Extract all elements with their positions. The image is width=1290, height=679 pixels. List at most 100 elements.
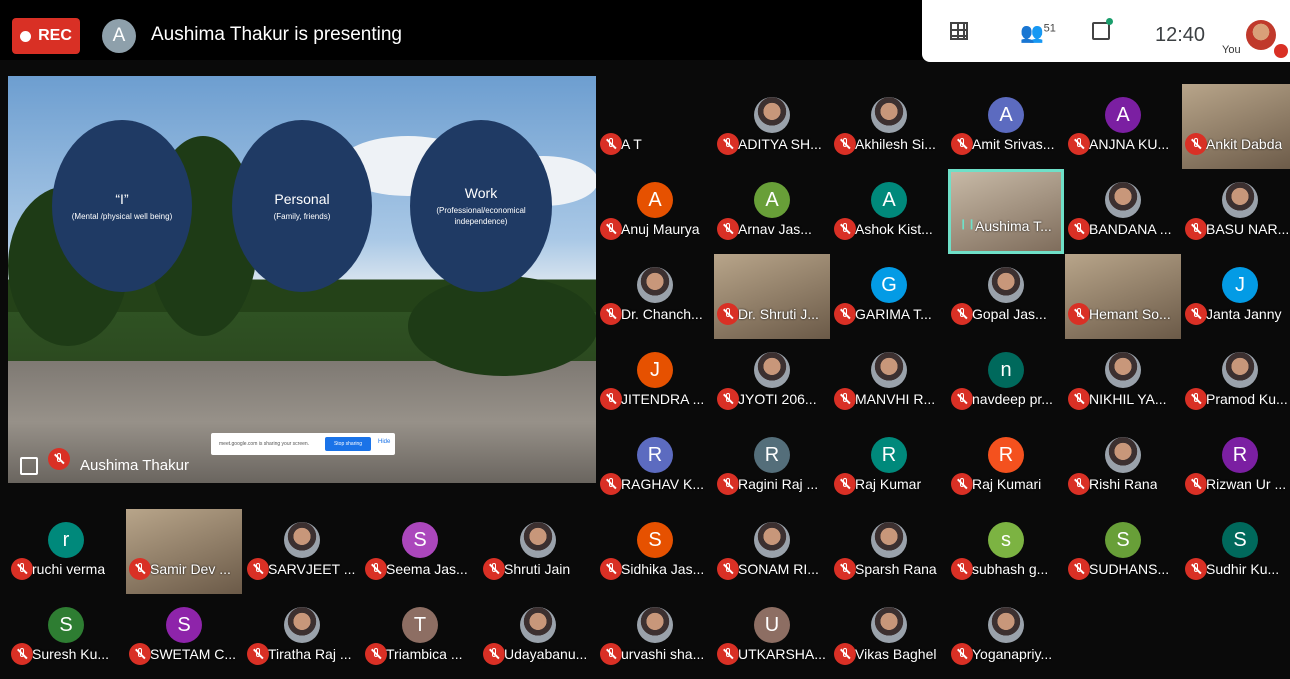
mic-off-icon [365, 643, 387, 665]
participant-tile[interactable]: Samir Dev ... [126, 509, 242, 594]
people-icon: 👥 [1020, 23, 1044, 44]
participant-tile[interactable]: Ankit Dabda [1182, 84, 1290, 169]
participant-tile[interactable]: J JITENDRA ... [597, 339, 713, 424]
participant-name: JYOTI 206... [738, 391, 817, 407]
participant-tile[interactable]: Dr. Chanch... [597, 254, 713, 339]
participant-name: subhash g... [972, 561, 1049, 577]
mic-off-icon [1185, 558, 1207, 580]
participant-avatar: A [988, 97, 1024, 133]
participant-tile[interactable]: A Anuj Maurya [597, 169, 713, 254]
rec-label: REC [38, 27, 72, 44]
participant-name: Gopal Jas... [972, 306, 1047, 322]
participant-tile[interactable]: S Sudhir Ku... [1182, 509, 1290, 594]
participant-name: SWETAM C... [150, 646, 237, 662]
share-notice-text: meet.google.com is sharing your screen. [219, 441, 310, 447]
participant-tile[interactable]: Yoganapriy... [948, 594, 1064, 679]
participant-tile[interactable]: A Arnav Jas... [714, 169, 830, 254]
mic-off-icon [1185, 473, 1207, 495]
participant-tile[interactable]: S SWETAM C... [126, 594, 242, 679]
participant-tile[interactable]: S SUDHANS... [1065, 509, 1181, 594]
mic-off-icon [1068, 218, 1090, 240]
participant-tile[interactable]: Hemant So... [1065, 254, 1181, 339]
participant-avatar [754, 97, 790, 133]
participant-tile[interactable]: A ANJNA KU... [1065, 84, 1181, 169]
pin-icon[interactable] [20, 457, 38, 475]
participant-avatar: r [48, 522, 84, 558]
participant-tile[interactable]: MANVHI R... [831, 339, 947, 424]
participants-button[interactable]: 👥51 [1020, 21, 1056, 45]
participant-tile[interactable]: NIKHIL YA... [1065, 339, 1181, 424]
mic-off-icon [1068, 133, 1090, 155]
participant-tile[interactable]: ADITYA SH... [714, 84, 830, 169]
mic-off-icon [247, 558, 269, 580]
participant-tile[interactable]: T Triambica ... [362, 594, 478, 679]
participant-name: Tiratha Raj ... [268, 646, 352, 662]
participant-tile[interactable]: Pramod Ku... [1182, 339, 1290, 424]
slide-circle-title: Personal [274, 190, 330, 207]
participant-avatar: S [1222, 522, 1258, 558]
mic-off-icon [834, 388, 856, 410]
participant-tile[interactable]: R Rizwan Ur ... [1182, 424, 1290, 509]
participant-tile[interactable]: R Ragini Raj ... [714, 424, 830, 509]
tile-layout-icon[interactable] [950, 22, 968, 40]
participant-tile[interactable]: SARVJEET ... [244, 509, 360, 594]
participant-tile[interactable]: s subhash g... [948, 509, 1064, 594]
mic-off-icon [600, 133, 622, 155]
participant-tile[interactable]: G GARIMA T... [831, 254, 947, 339]
participant-tile[interactable]: urvashi sha... [597, 594, 713, 679]
participant-name: JITENDRA ... [621, 391, 705, 407]
mic-off-icon [1185, 303, 1207, 325]
participant-avatar: S [1105, 522, 1141, 558]
you-label: You [1222, 44, 1241, 56]
participant-tile[interactable]: S Sidhika Jas... [597, 509, 713, 594]
participant-tile[interactable]: A T [597, 84, 713, 169]
participant-tile[interactable]: Tiratha Raj ... [244, 594, 360, 679]
participant-tile[interactable]: A Amit Srivas... [948, 84, 1064, 169]
participant-tile[interactable]: Vikas Baghel [831, 594, 947, 679]
participant-avatar: R [871, 437, 907, 473]
chat-icon[interactable] [1092, 18, 1113, 40]
participant-name: Anuj Maurya [621, 221, 700, 237]
participant-avatar: U [754, 607, 790, 643]
mic-off-icon [129, 643, 151, 665]
participant-avatar [754, 522, 790, 558]
participant-tile[interactable]: Sparsh Rana [831, 509, 947, 594]
participant-tile[interactable]: JYOTI 206... [714, 339, 830, 424]
participant-tile[interactable]: n navdeep pr... [948, 339, 1064, 424]
participant-tile[interactable]: R Raj Kumari [948, 424, 1064, 509]
hide-button[interactable]: Hide [378, 439, 390, 445]
participant-tile[interactable]: Gopal Jas... [948, 254, 1064, 339]
participant-tile[interactable]: Dr. Shruti J... [714, 254, 830, 339]
participant-name: Triambica ... [386, 646, 463, 662]
participant-tile[interactable]: ❙❙ Aushima T... [948, 169, 1064, 254]
participant-tile[interactable]: Akhilesh Si... [831, 84, 947, 169]
participant-tile[interactable]: Udayabanu... [480, 594, 596, 679]
participant-name: Ragini Raj ... [738, 476, 819, 492]
participant-avatar [871, 607, 907, 643]
stop-sharing-button[interactable]: Stop sharing [325, 437, 371, 451]
participant-tile[interactable]: r ruchi verma [8, 509, 124, 594]
participant-name: Dr. Chanch... [621, 306, 703, 322]
participant-name: RAGHAV K... [621, 476, 704, 492]
participant-tile[interactable]: R Raj Kumar [831, 424, 947, 509]
participant-avatar: J [637, 352, 673, 388]
presenter-name: Aushima Thakur [80, 457, 189, 474]
participant-avatar [284, 607, 320, 643]
participant-tile[interactable]: A Ashok Kist... [831, 169, 947, 254]
participant-avatar [871, 352, 907, 388]
participant-tile[interactable]: Rishi Rana [1065, 424, 1181, 509]
participant-tile[interactable]: BANDANA ... [1065, 169, 1181, 254]
participant-tile[interactable]: U UTKARSHA... [714, 594, 830, 679]
self-avatar[interactable] [1246, 20, 1276, 50]
participant-tile[interactable]: Shruti Jain [480, 509, 596, 594]
participant-tile[interactable]: J Janta Janny [1182, 254, 1290, 339]
participant-tile[interactable]: SONAM RI... [714, 509, 830, 594]
mic-off-icon [600, 303, 622, 325]
participant-tile[interactable]: BASU NAR... [1182, 169, 1290, 254]
participant-name: Aushima T... [975, 218, 1052, 234]
participant-tile[interactable]: R RAGHAV K... [597, 424, 713, 509]
participant-avatar: G [871, 267, 907, 303]
participant-tile[interactable]: S Seema Jas... [362, 509, 478, 594]
mic-off-icon [834, 303, 856, 325]
participant-tile[interactable]: S Suresh Ku... [8, 594, 124, 679]
